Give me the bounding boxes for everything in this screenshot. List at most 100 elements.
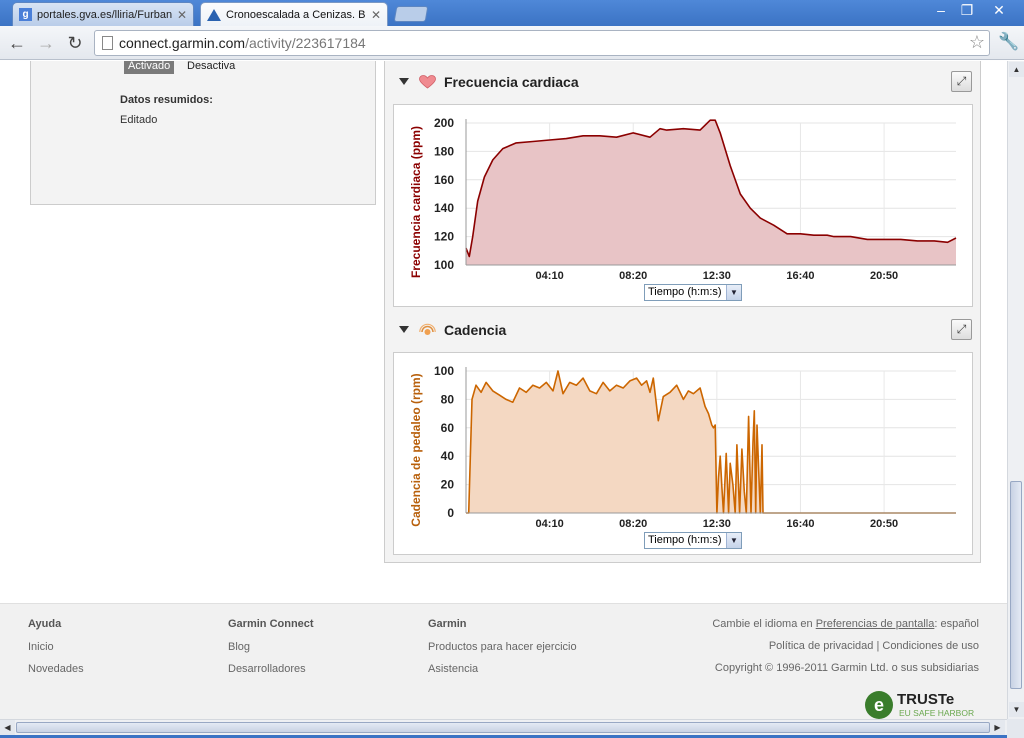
- browser-toolbar: ← → ↻ connect.garmin.com/activity/223617…: [0, 26, 1024, 60]
- restore-icon[interactable]: ❐: [954, 1, 980, 19]
- scroll-left-icon[interactable]: ◀: [0, 720, 15, 735]
- footer-col-connect: Garmin Connect Blog Desarrolladores: [228, 618, 314, 685]
- select-label: Tiempo (h:m:s): [648, 534, 722, 546]
- y-tick-label: 140: [434, 201, 454, 215]
- y-tick-label: 160: [434, 173, 454, 187]
- y-axis-label: Cadencia de pedaleo (rpm): [409, 373, 423, 526]
- reload-icon[interactable]: ↻: [64, 32, 86, 54]
- cadence-title: Cadencia: [444, 322, 507, 338]
- scroll-down-icon[interactable]: ▼: [1009, 702, 1024, 717]
- cadence-icon: [419, 323, 436, 335]
- privacy-link[interactable]: Política de privacidad: [769, 640, 874, 652]
- y-tick-label: 200: [434, 116, 454, 130]
- footer-right: Cambie el idioma en Preferencias de pant…: [712, 618, 979, 684]
- x-tick-label: 20:50: [870, 518, 898, 530]
- footer-col-help: Ayuda Inicio Novedades: [28, 618, 84, 685]
- footer-link-blog[interactable]: Blog: [228, 641, 314, 653]
- y-tick-label: 60: [441, 421, 455, 435]
- page-viewport: Activado Desactiva Datos resumidos: Edit…: [0, 61, 1007, 719]
- garmin-triangle-icon: [207, 8, 221, 21]
- bookmark-star-icon[interactable]: ☆: [969, 32, 985, 53]
- display-preferences-link[interactable]: Preferencias de pantalla: [816, 618, 935, 630]
- y-tick-label: 100: [434, 364, 454, 378]
- minimize-icon[interactable]: –: [928, 1, 954, 19]
- x-tick-label: 20:50: [870, 270, 898, 282]
- language-prefix: Cambie el idioma en: [712, 618, 816, 630]
- tab-garmin[interactable]: Cronoescalada a Cenizas. Bu ✕: [200, 2, 388, 26]
- y-tick-label: 40: [441, 449, 455, 463]
- summary-value: Editado: [120, 114, 158, 126]
- close-icon[interactable]: ✕: [177, 8, 187, 22]
- footer-link-novedades[interactable]: Novedades: [28, 663, 84, 675]
- copyright: Copyright © 1996-2011 Garmin Ltd. o sus …: [714, 662, 979, 674]
- footer-heading: Garmin Connect: [228, 618, 314, 630]
- settings-panel: Activado Desactiva Datos resumidos: Edit…: [30, 61, 376, 205]
- language-value: : español: [934, 618, 979, 630]
- truste-sub: EU SAFE HARBOR: [899, 708, 974, 718]
- heart-rate-plot: 100 120 140 160 180 200 04:10 08:20 12:30 16:40 20…: [409, 116, 957, 282]
- x-tick-label: 08:20: [619, 270, 647, 282]
- wrench-icon[interactable]: 🔧: [998, 32, 1019, 52]
- expand-icon[interactable]: ⤢: [951, 319, 972, 340]
- y-axis-label: Frecuencia cardiaca (ppm): [409, 126, 423, 278]
- truste-logo[interactable]: e TRUSTe EU SAFE HARBOR: [863, 690, 981, 719]
- footer-link-inicio[interactable]: Inicio: [28, 641, 84, 653]
- address-bar[interactable]: connect.garmin.com/activity/223617184 ☆: [94, 30, 990, 56]
- x-tick-label: 16:40: [786, 270, 814, 282]
- browser-titlebar: g portales.gva.es/lliria/Furbanis ✕ Cron…: [0, 0, 1024, 26]
- collapse-triangle-icon[interactable]: [399, 78, 409, 85]
- footer-link-developers[interactable]: Desarrolladores: [228, 663, 314, 675]
- close-icon[interactable]: ✕: [371, 8, 381, 22]
- y-tick-label: 20: [441, 478, 455, 492]
- url-path: /activity/223617184: [245, 35, 366, 51]
- footer-heading: Ayuda: [28, 618, 62, 630]
- vertical-scroll-thumb[interactable]: [1010, 481, 1022, 689]
- chevron-down-icon: ▼: [726, 285, 741, 300]
- tab-portales[interactable]: g portales.gva.es/lliria/Furbanis ✕: [12, 2, 194, 26]
- google-icon: g: [19, 8, 32, 21]
- y-tick-label: 180: [434, 144, 454, 158]
- series-area: [466, 371, 956, 513]
- cadence-chart: 0 20 40 60 80 100 04:10 08:20 12:30 16:40 20:50 Cad…: [393, 352, 973, 555]
- series-area: [466, 120, 956, 265]
- terms-link[interactable]: Condiciones de uso: [882, 640, 979, 652]
- back-icon[interactable]: ←: [6, 32, 28, 54]
- x-tick-label: 12:30: [703, 518, 731, 530]
- x-tick-label: 04:10: [536, 518, 564, 530]
- new-tab-button[interactable]: [393, 6, 429, 22]
- cad-x-axis-select[interactable]: Tiempo (h:m:s) ▼: [644, 532, 742, 549]
- y-tick-label: 0: [447, 506, 454, 520]
- horizontal-scrollbar[interactable]: ◀ ▶: [0, 719, 1007, 735]
- expand-icon[interactable]: ⤢: [951, 71, 972, 92]
- scroll-up-icon[interactable]: ▲: [1009, 62, 1024, 77]
- footer-link-products[interactable]: Productos para hacer ejercicio: [428, 641, 577, 653]
- scroll-right-icon[interactable]: ▶: [990, 720, 1005, 735]
- vertical-scrollbar[interactable]: ▲ ▼: [1007, 61, 1024, 719]
- footer-heading: Garmin: [428, 618, 467, 630]
- language-line: Cambie el idioma en Preferencias de pant…: [712, 618, 979, 630]
- page-footer: Ayuda Inicio Novedades Garmin Connect Bl…: [0, 603, 1007, 719]
- tab-title: Cronoescalada a Cenizas. Bu: [226, 8, 366, 21]
- heart-rate-header: Frecuencia cardiaca ⤢: [385, 66, 980, 100]
- heart-icon: [419, 75, 436, 89]
- summary-heading: Datos resumidos:: [120, 94, 213, 106]
- heart-rate-chart: 100 120 140 160 180 200 04:10 08:20 12:30 16:40 20…: [393, 104, 973, 307]
- cadence-plot: 0 20 40 60 80 100 04:10 08:20 12:30 16:40 20:50 Cad…: [409, 364, 956, 530]
- tab-title: portales.gva.es/lliria/Furbanis: [37, 8, 172, 21]
- forward-icon[interactable]: →: [35, 32, 57, 54]
- collapse-triangle-icon[interactable]: [399, 326, 409, 333]
- deactivated-button[interactable]: Desactiva: [187, 61, 235, 72]
- y-tick-label: 120: [434, 230, 454, 244]
- y-tick-label: 80: [441, 392, 455, 406]
- charts-panel: Frecuencia cardiaca ⤢ 100 120 140 160 180 200…: [384, 61, 981, 563]
- close-window-icon[interactable]: ✕: [984, 1, 1014, 19]
- x-tick-label: 04:10: [536, 270, 564, 282]
- activated-button[interactable]: Activado: [124, 61, 175, 74]
- svg-text:e: e: [874, 695, 884, 715]
- footer-link-support[interactable]: Asistencia: [428, 663, 577, 675]
- scrollbar-corner: [1007, 719, 1024, 738]
- cadence-header: Cadencia ⤢: [385, 314, 980, 348]
- page-icon: [102, 36, 113, 50]
- hr-x-axis-select[interactable]: Tiempo (h:m:s) ▼: [644, 284, 742, 301]
- horizontal-scroll-thumb[interactable]: [16, 722, 990, 733]
